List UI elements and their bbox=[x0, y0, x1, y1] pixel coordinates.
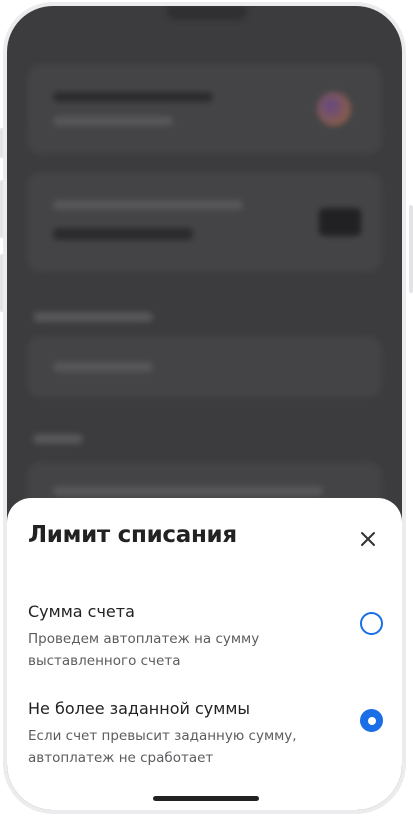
blurred-text-line bbox=[53, 486, 323, 496]
limit-bottom-sheet: Лимит списания Сумма счета Проведем авто… bbox=[7, 498, 402, 810]
blurred-text-line bbox=[53, 200, 243, 210]
radio-unselected-icon[interactable] bbox=[360, 612, 383, 635]
blurred-text-line bbox=[53, 116, 173, 126]
option-description: Если счет превысит заданную сумму, автоп… bbox=[28, 728, 297, 766]
device-frame: Лимит списания Сумма счета Проведем авто… bbox=[0, 0, 413, 818]
radio-selected-icon[interactable] bbox=[360, 709, 383, 732]
option-max-amount[interactable]: Не более заданной суммы Если счет превыс… bbox=[7, 699, 402, 779]
blurred-avatar bbox=[317, 92, 351, 126]
blurred-section-label bbox=[33, 434, 83, 444]
blurred-text-line bbox=[53, 228, 193, 240]
option-invoice-amount[interactable]: Сумма счета Проведем автоплатеж на сумму… bbox=[7, 602, 402, 682]
home-indicator[interactable] bbox=[153, 796, 259, 801]
dynamic-island bbox=[167, 6, 247, 20]
close-icon bbox=[361, 532, 375, 546]
close-button[interactable] bbox=[355, 526, 381, 552]
option-title: Не более заданной суммы bbox=[28, 699, 251, 718]
blurred-card bbox=[27, 64, 382, 154]
blurred-text-line bbox=[53, 362, 153, 372]
blurred-card bbox=[27, 172, 382, 272]
option-description: Проведем автоплатеж на сумму выставленно… bbox=[28, 631, 260, 669]
power-button bbox=[409, 205, 413, 293]
blurred-field bbox=[27, 336, 382, 398]
blurred-card-image bbox=[319, 208, 361, 236]
phone-screen: Лимит списания Сумма счета Проведем авто… bbox=[7, 6, 402, 810]
blurred-section-label bbox=[33, 312, 153, 322]
option-title: Сумма счета bbox=[28, 602, 135, 621]
sheet-title: Лимит списания bbox=[28, 522, 237, 548]
phone-body: Лимит списания Сумма счета Проведем авто… bbox=[3, 2, 406, 814]
blurred-text-line bbox=[53, 92, 213, 102]
